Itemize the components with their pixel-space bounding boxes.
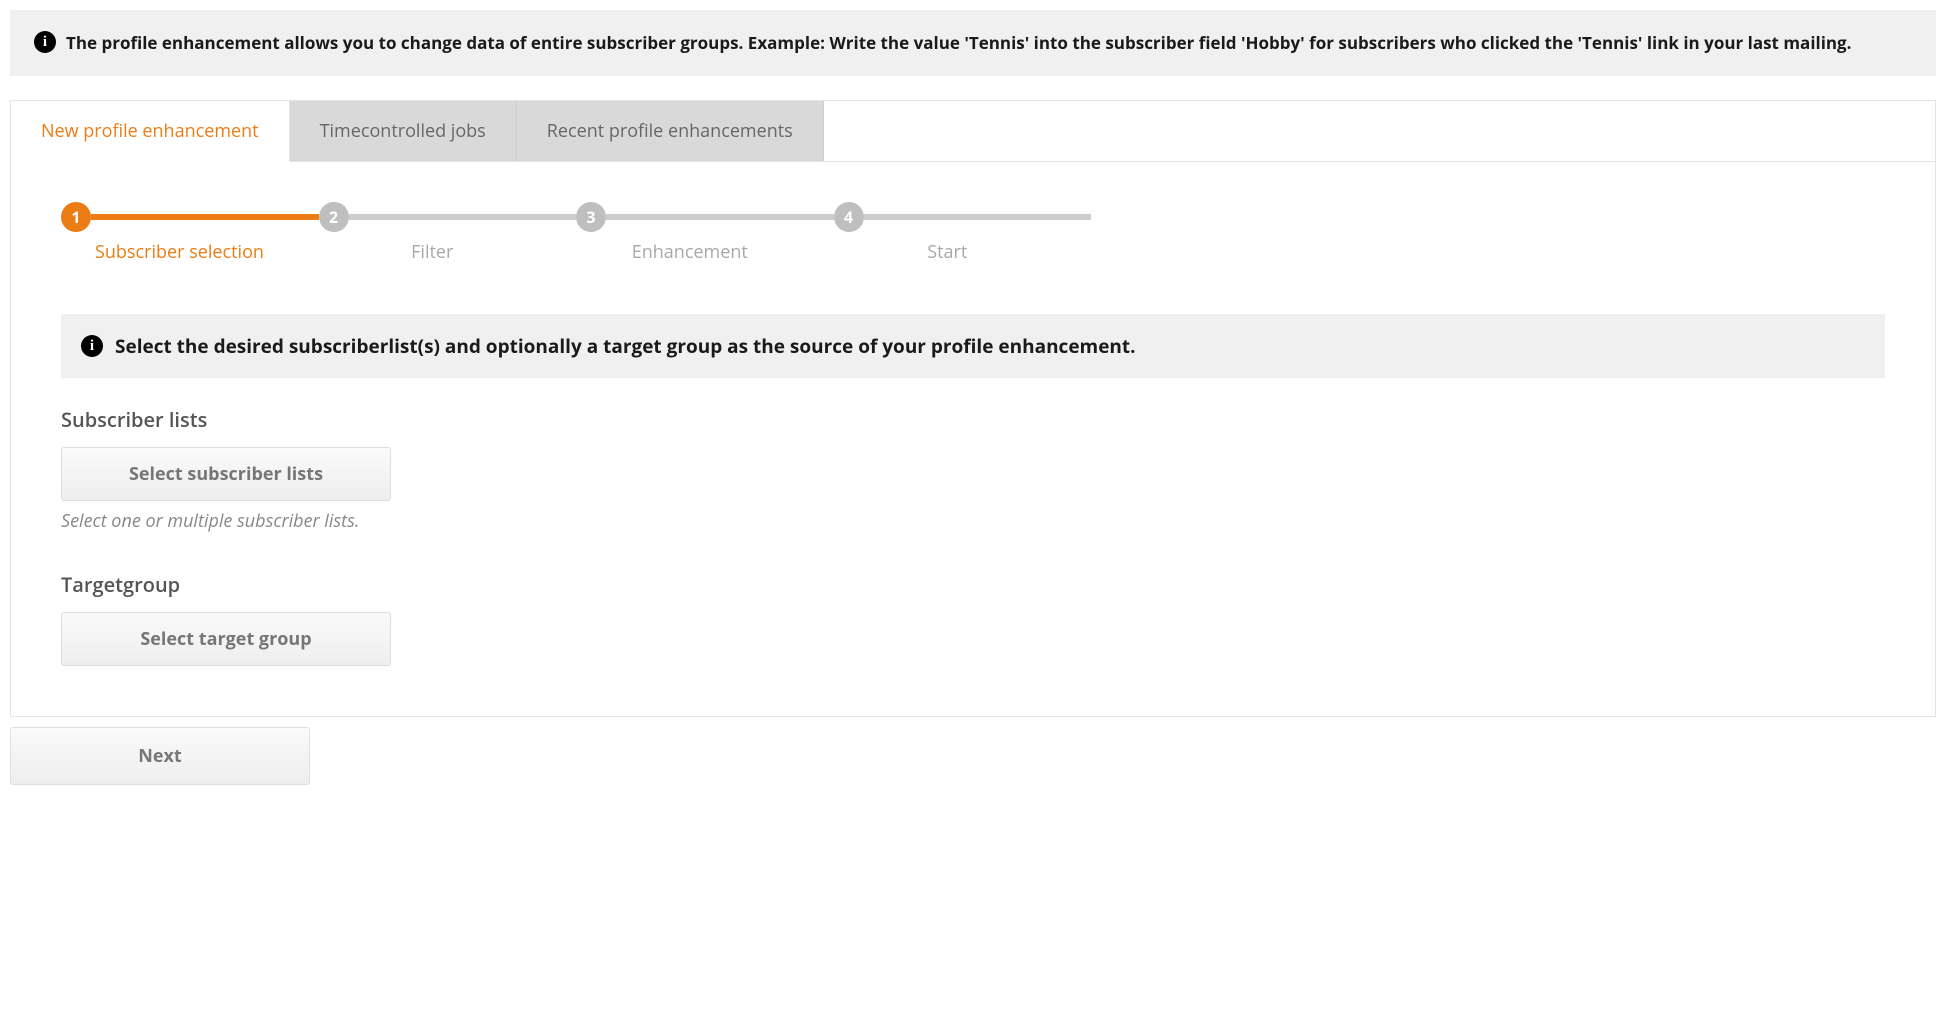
tab-content: 1 Subscriber selection 2 Filter 3 Enhanc… [11, 162, 1935, 717]
tab-recent-profile-enhancements[interactable]: Recent profile enhancements [517, 101, 824, 161]
step-line [349, 214, 577, 220]
step-filter[interactable]: 2 Filter [319, 202, 577, 264]
top-info-banner: i The profile enhancement allows you to … [10, 10, 1936, 76]
inner-info-text: Select the desired subscriberlist(s) and… [115, 332, 1136, 361]
next-button[interactable]: Next [10, 727, 310, 785]
targetgroup-title: Targetgroup [61, 571, 1885, 598]
select-subscriber-lists-button[interactable]: Select subscriber lists [61, 447, 391, 501]
subscriber-lists-hint: Select one or multiple subscriber lists. [61, 509, 1885, 533]
subscriber-lists-section: Subscriber lists Select subscriber lists… [61, 406, 1885, 533]
step-subscriber-selection[interactable]: 1 Subscriber selection [61, 202, 319, 264]
step-enhancement[interactable]: 3 Enhancement [576, 202, 834, 264]
step-start[interactable]: 4 Start [834, 202, 1092, 264]
subscriber-lists-title: Subscriber lists [61, 406, 1885, 433]
targetgroup-section: Targetgroup Select target group [61, 571, 1885, 666]
top-info-text: The profile enhancement allows you to ch… [66, 30, 1852, 56]
tab-new-profile-enhancement[interactable]: New profile enhancement [11, 101, 290, 162]
step-line [606, 214, 834, 220]
step-number-2: 2 [319, 202, 349, 232]
step-number-4: 4 [834, 202, 864, 232]
step-number-1: 1 [61, 202, 91, 232]
tabs-panel: New profile enhancement Timecontrolled j… [10, 100, 1936, 718]
tab-timecontrolled-jobs[interactable]: Timecontrolled jobs [290, 101, 517, 161]
stepper: 1 Subscriber selection 2 Filter 3 Enhanc… [61, 202, 1091, 264]
step-label-4: Start [834, 240, 1092, 264]
info-icon: i [34, 31, 56, 53]
select-target-group-button[interactable]: Select target group [61, 612, 391, 666]
step-number-3: 3 [576, 202, 606, 232]
step-line [864, 214, 1092, 220]
tabs-bar: New profile enhancement Timecontrolled j… [11, 101, 1935, 162]
step-label-1: Subscriber selection [61, 240, 319, 264]
info-icon: i [81, 335, 103, 357]
step-label-3: Enhancement [576, 240, 834, 264]
step-line [91, 214, 319, 220]
step-label-2: Filter [319, 240, 577, 264]
inner-info-banner: i Select the desired subscriberlist(s) a… [61, 314, 1885, 379]
